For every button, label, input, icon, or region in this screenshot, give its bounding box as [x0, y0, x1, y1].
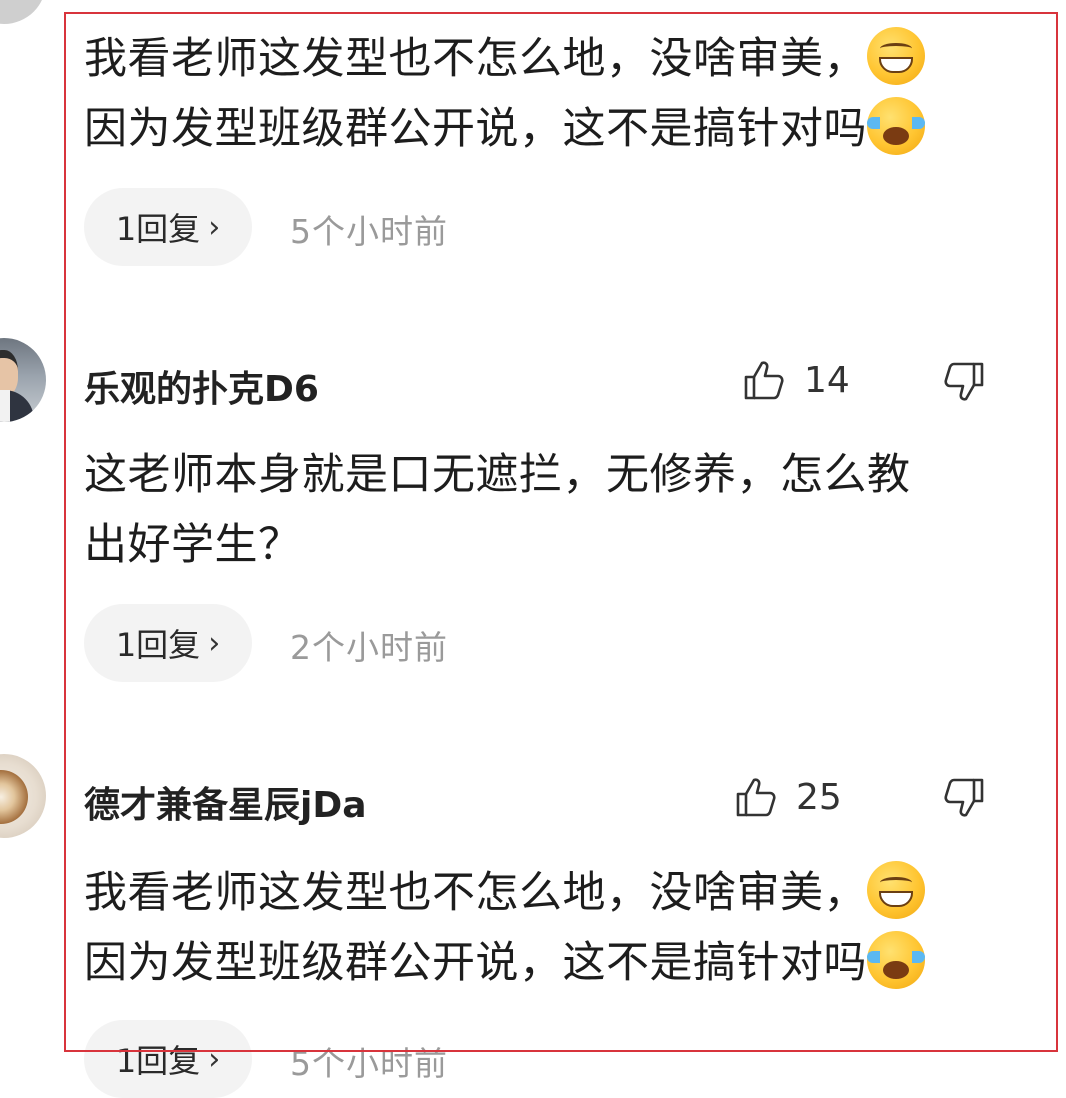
like-button[interactable]: 25: [734, 775, 842, 819]
thumbs-down-icon[interactable]: [942, 360, 986, 404]
reply-button[interactable]: 1回复 ›: [84, 604, 252, 682]
comment-timestamp: 5个小时前: [290, 1044, 448, 1083]
comment-line: 因为发型班级群公开说，这不是搞针对吗: [84, 104, 867, 154]
reply-label: 1回复: [115, 210, 201, 248]
like-button[interactable]: 14: [742, 358, 850, 402]
reply-button[interactable]: 1回复 ›: [84, 1020, 252, 1098]
comment-text: 我看老师这发型也不怎么地，没啥审美， 因为发型班级群公开说，这不是搞针对吗: [84, 24, 1024, 164]
avatar[interactable]: [0, 338, 46, 422]
comment-line: 因为发型班级群公开说，这不是搞针对吗: [84, 938, 867, 988]
avatar[interactable]: [0, 0, 46, 24]
reply-button[interactable]: 1回复 ›: [84, 188, 252, 266]
comment-username[interactable]: 乐观的扑克D6: [84, 360, 319, 412]
comment-timestamp: 2个小时前: [290, 628, 448, 667]
comment-line: 出好学生？: [84, 520, 302, 570]
crying-laughing-face-icon: [867, 931, 925, 989]
grinning-face-icon: [867, 27, 925, 85]
comment-line: 我看老师这发型也不怎么地，没啥审美，: [84, 868, 867, 918]
avatar-coffee-cup: [0, 770, 28, 824]
chevron-right-icon: ›: [208, 209, 221, 245]
reply-label: 1回复: [115, 1042, 201, 1080]
comment-line: 我看老师这发型也不怎么地，没啥审美，: [84, 34, 867, 84]
chevron-right-icon: ›: [208, 1041, 221, 1077]
comment-text: 我看老师这发型也不怎么地，没啥审美， 因为发型班级群公开说，这不是搞针对吗: [84, 858, 1024, 998]
avatar[interactable]: [0, 754, 46, 838]
reply-label: 1回复: [115, 626, 201, 664]
like-count: 25: [796, 776, 842, 818]
thumbs-down-icon[interactable]: [942, 776, 986, 820]
grinning-face-icon: [867, 861, 925, 919]
chevron-right-icon: ›: [208, 625, 221, 661]
thumbs-up-icon: [744, 361, 784, 400]
comment-line: 这老师本身就是口无遮拦，无修养，怎么教: [84, 450, 911, 500]
comment-timestamp: 5个小时前: [290, 212, 448, 251]
crying-laughing-face-icon: [867, 97, 925, 155]
comment-username[interactable]: 德才兼备星辰jDa: [84, 776, 367, 828]
comment-text: 这老师本身就是口无遮拦，无修养，怎么教 出好学生？: [84, 440, 1024, 580]
like-count: 14: [804, 359, 850, 401]
avatar-shirt: [0, 390, 10, 422]
thumbs-up-icon: [736, 778, 776, 817]
